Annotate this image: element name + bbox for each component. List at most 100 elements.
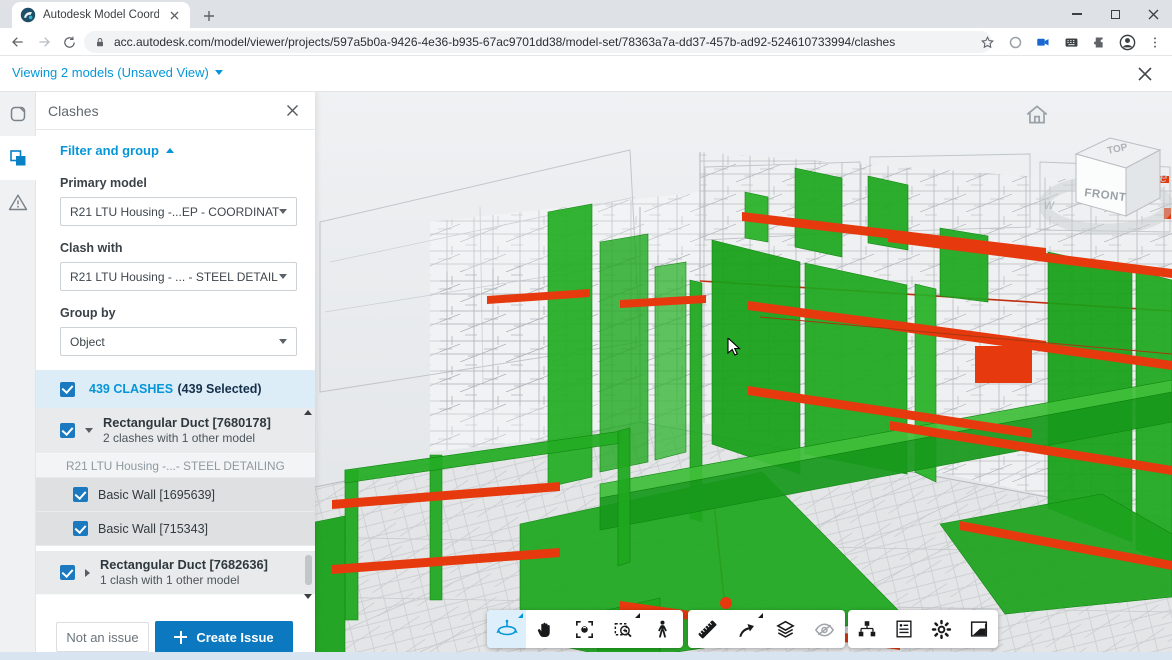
clash-with-select[interactable]: R21 LTU Housing - ... - STEEL DETAILING — [60, 262, 297, 291]
new-tab-button[interactable] — [198, 5, 220, 27]
group-model-header: R21 LTU Housing -...- STEEL DETAILING — [36, 454, 315, 478]
primary-model-label: Primary model — [60, 176, 297, 190]
app-window: Autodesk Model Coordination — [0, 0, 1172, 660]
zoom-window-icon[interactable] — [565, 610, 604, 648]
rail-clashes-icon[interactable] — [0, 136, 36, 180]
markup-icon[interactable] — [727, 610, 766, 648]
plus-icon — [174, 631, 187, 644]
group-title: Rectangular Duct [7682636] — [100, 557, 268, 573]
group-by-value: Object — [70, 335, 279, 349]
chevron-down-icon — [279, 274, 287, 279]
bottom-edge-strip — [0, 652, 1172, 660]
create-issue-button[interactable]: Create Issue — [155, 621, 293, 653]
chevron-right-icon[interactable] — [85, 569, 90, 577]
properties-icon[interactable] — [886, 610, 924, 648]
window-maximize-icon[interactable] — [1096, 0, 1134, 28]
chevron-down-icon — [215, 70, 223, 75]
item-checkbox[interactable] — [73, 521, 88, 536]
panel-close-icon[interactable] — [281, 100, 303, 122]
clash-selected-count: (439 Selected) — [178, 382, 262, 396]
viewer-workspace: w e FRONT TOP — [0, 92, 1172, 660]
ghosting-eye-icon[interactable] — [805, 610, 844, 648]
item-label: Basic Wall [715343] — [98, 522, 208, 536]
chevron-down-icon — [279, 209, 287, 214]
group-subtitle: 1 clash with 1 other model — [100, 573, 268, 588]
item-label: Basic Wall [1695639] — [98, 488, 215, 502]
profile-avatar-icon[interactable] — [1116, 31, 1138, 53]
bookmark-star-icon[interactable] — [976, 31, 998, 53]
address-bar[interactable]: acc.autodesk.com/model/viewer/projects/5… — [84, 31, 992, 53]
browser-tab[interactable]: Autodesk Model Coordination — [12, 2, 190, 28]
extensions-puzzle-icon[interactable] — [1088, 31, 1110, 53]
clashes-panel: Clashes Filter and group Primary model R… — [36, 92, 315, 660]
clash-item-row[interactable]: Basic Wall [1695639] — [36, 478, 315, 512]
group-checkbox[interactable] — [60, 423, 75, 438]
group-by-label: Group by — [60, 306, 297, 320]
group-subtitle: 2 clashes with 1 other model — [103, 431, 271, 446]
forward-icon[interactable] — [32, 30, 56, 54]
browser-menu-kebab-icon[interactable] — [1144, 31, 1166, 53]
group-checkbox[interactable] — [60, 565, 75, 580]
toolbar-panels-group — [848, 610, 998, 648]
browser-extensions-row — [976, 30, 1166, 54]
model-browser-icon[interactable] — [848, 610, 886, 648]
pan-icon[interactable] — [526, 610, 565, 648]
panel-title: Clashes — [48, 103, 281, 119]
lock-icon — [94, 36, 106, 49]
window-minimize-icon[interactable] — [1058, 0, 1096, 28]
window-close-icon[interactable] — [1134, 0, 1172, 28]
extension-circle-icon[interactable] — [1004, 31, 1026, 53]
tab-title: Autodesk Model Coordination — [43, 9, 159, 21]
first-person-icon[interactable] — [643, 610, 682, 648]
clash-count: 439 CLASHES — [89, 382, 173, 396]
clash-group-row[interactable]: Rectangular Duct [7680178] 2 clashes wit… — [36, 408, 315, 454]
render-view-icon[interactable] — [961, 610, 999, 648]
back-icon[interactable] — [6, 30, 30, 54]
scroll-up-icon[interactable] — [304, 410, 312, 415]
layers-icon[interactable] — [766, 610, 805, 648]
window-controls — [1058, 0, 1172, 28]
viewer-app-bar: Viewing 2 models (Unsaved View) — [0, 56, 1172, 92]
filter-toggle-label: Filter and group — [60, 143, 159, 158]
create-issue-label: Create Issue — [196, 630, 273, 645]
orbit-icon[interactable] — [487, 610, 526, 648]
viewcube-east-label: e — [1160, 170, 1167, 185]
tab-close-icon[interactable] — [166, 7, 182, 23]
left-rail — [0, 92, 36, 660]
select-all-checkbox[interactable] — [60, 382, 75, 397]
browser-toolbar: acc.autodesk.com/model/viewer/projects/5… — [0, 28, 1172, 56]
settings-gear-icon[interactable] — [923, 610, 961, 648]
scroll-down-icon[interactable] — [304, 594, 312, 599]
primary-model-select[interactable]: R21 LTU Housing -...EP - COORDINATION — [60, 197, 297, 226]
measure-icon[interactable] — [688, 610, 727, 648]
chevron-down-icon[interactable] — [85, 428, 93, 433]
viewing-models-dropdown[interactable]: Viewing 2 models (Unsaved View) — [12, 65, 223, 80]
scroll-thumb[interactable] — [305, 555, 312, 585]
primary-model-value: R21 LTU Housing -...EP - COORDINATION — [70, 205, 279, 219]
keyboard-extension-icon[interactable] — [1060, 31, 1082, 53]
viewing-models-label: Viewing 2 models (Unsaved View) — [12, 65, 209, 80]
clash-with-label: Clash with — [60, 241, 297, 255]
toolbar-navigate-group — [487, 610, 683, 648]
flyout-indicator-icon — [758, 613, 763, 618]
clash-item-row[interactable]: Basic Wall [715343] — [36, 512, 315, 546]
not-an-issue-button[interactable]: Not an issue — [56, 622, 149, 652]
flyout-indicator-icon — [635, 613, 640, 618]
rail-models-icon[interactable] — [0, 92, 36, 136]
chevron-down-icon — [279, 339, 287, 344]
screen-capture-icon[interactable] — [1032, 31, 1054, 53]
clash-with-value: R21 LTU Housing - ... - STEEL DETAILING — [70, 270, 279, 284]
viewer-close-button[interactable] — [1132, 61, 1158, 87]
flyout-indicator-icon — [518, 613, 523, 618]
clash-group-row[interactable]: Rectangular Duct [7682636] 1 clash with … — [36, 551, 315, 595]
filter-and-group-toggle[interactable]: Filter and group — [36, 130, 315, 161]
zoom-region-icon[interactable] — [604, 610, 643, 648]
clashes-summary-row[interactable]: 439 CLASHES (439 Selected) — [36, 370, 315, 408]
group-by-select[interactable]: Object — [60, 327, 297, 356]
item-checkbox[interactable] — [73, 487, 88, 502]
list-scrollbar[interactable] — [303, 408, 313, 601]
reload-icon[interactable] — [57, 30, 81, 54]
viewcube[interactable]: w e FRONT TOP — [1040, 110, 1172, 240]
viewcube-west-label: w — [1044, 196, 1055, 212]
rail-issues-warning-icon[interactable] — [0, 180, 36, 224]
